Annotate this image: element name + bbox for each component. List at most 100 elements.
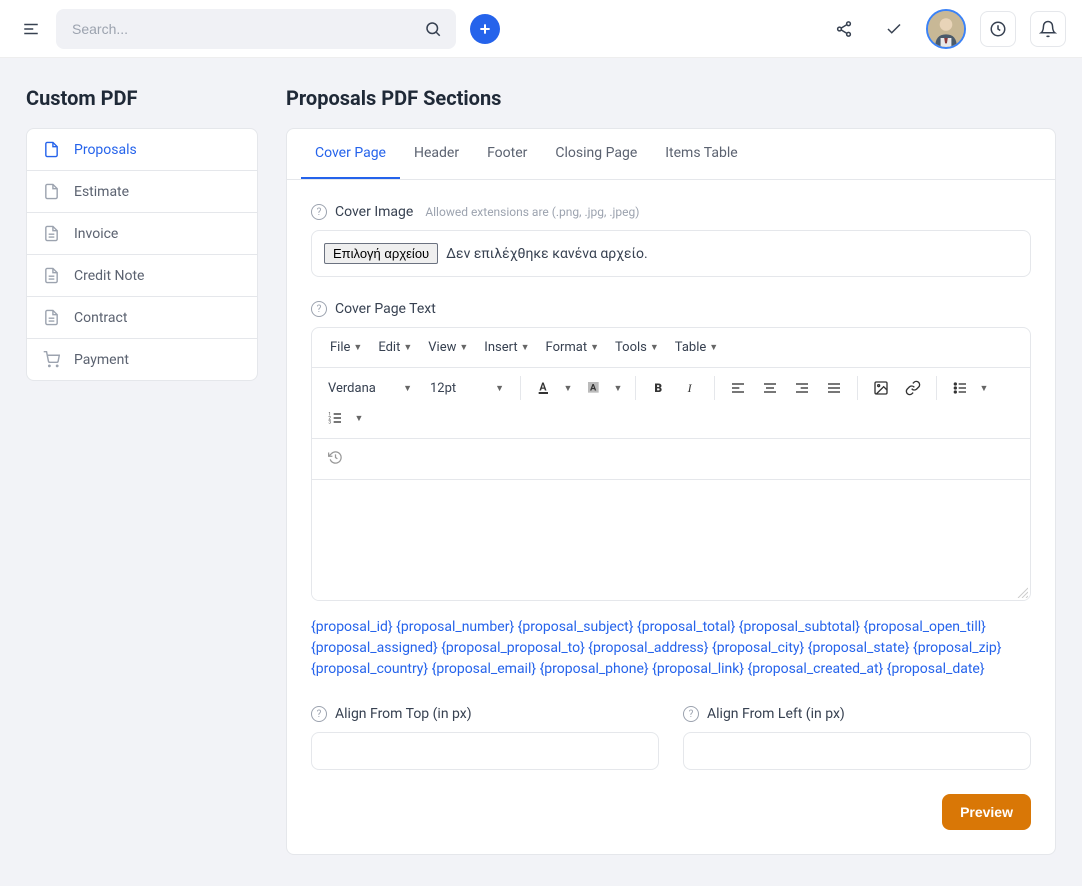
plus-icon [477,21,493,37]
clock-icon [989,20,1007,38]
resize-grip-icon[interactable] [1016,586,1028,598]
sidebar-item-invoice[interactable]: Invoice [27,213,257,255]
menu-tools[interactable]: Tools▼ [609,336,665,359]
font-family-select[interactable]: Verdana▼ [320,377,420,400]
avatar[interactable] [926,9,966,49]
file-blank-icon [43,183,60,200]
align-center-button[interactable] [755,374,785,402]
add-button[interactable] [470,14,500,44]
cover-text-label-row: ? Cover Page Text [311,301,1031,317]
align-left-icon [730,380,746,396]
file-lines-icon [43,309,60,326]
placeholder-tokens[interactable]: {proposal_id} {proposal_number} {proposa… [311,617,1031,680]
cover-image-hint: Allowed extensions are (.png, .jpg, .jpe… [425,205,639,219]
text-color-dropdown[interactable]: ▼ [559,374,577,402]
align-justify-icon [826,380,842,396]
svg-text:3: 3 [328,419,331,425]
search-input[interactable] [56,9,456,49]
help-icon[interactable]: ? [311,706,327,722]
check-button[interactable] [876,11,912,47]
link-icon [905,380,921,396]
menu-format[interactable]: Format▼ [540,336,606,359]
preview-button[interactable]: Preview [942,794,1031,830]
editor-toolbar-2 [312,439,1030,480]
svg-text:A: A [590,383,597,394]
italic-button[interactable]: I [676,374,706,402]
bell-button[interactable] [1030,11,1066,47]
menu-edit[interactable]: Edit▼ [372,336,418,359]
help-icon[interactable]: ? [311,204,327,220]
cover-text-label: Cover Page Text [335,301,436,317]
align-left-button[interactable] [723,374,753,402]
font-size-select[interactable]: 12pt▼ [422,377,512,400]
sidebar-list: Proposals Estimate Invoice Credit Note C… [26,128,258,381]
align-justify-button[interactable] [819,374,849,402]
check-icon [885,20,903,38]
bullet-list-icon [952,380,968,396]
bold-icon: B [651,380,667,396]
sidebar-item-estimate[interactable]: Estimate [27,171,257,213]
editor-toolbar: Verdana▼ 12pt▼ A ▼ A ▼ B I [312,368,1030,439]
sidebar-title: Custom PDF [26,86,258,110]
sidebar-item-contract[interactable]: Contract [27,297,257,339]
clock-button[interactable] [980,11,1016,47]
menu-view[interactable]: View▼ [422,336,474,359]
sidebar-item-label: Credit Note [74,268,144,284]
bold-button[interactable]: B [644,374,674,402]
align-left-input[interactable] [683,732,1031,770]
tab-header[interactable]: Header [400,129,473,179]
number-list-icon: 123 [327,410,343,426]
help-icon[interactable]: ? [311,301,327,317]
link-button[interactable] [898,374,928,402]
menu-file[interactable]: File▼ [324,336,368,359]
tab-closing-page[interactable]: Closing Page [541,129,651,179]
search-icon [424,20,442,38]
sidebar-item-label: Contract [74,310,127,326]
align-top-label-row: ? Align From Top (in px) [311,706,659,722]
restore-icon [328,450,343,465]
align-top-input[interactable] [311,732,659,770]
restore-button[interactable] [320,443,350,471]
tab-cover-page[interactable]: Cover Page [301,129,400,179]
bell-icon [1039,20,1057,38]
sidebar-item-payment[interactable]: Payment [27,339,257,380]
file-lines-icon [43,267,60,284]
number-list-button[interactable]: 123 [320,404,350,432]
tab-footer[interactable]: Footer [473,129,541,179]
bg-color-button[interactable]: A [579,374,609,402]
share-icon [835,20,853,38]
file-icon [43,141,60,158]
no-file-text: Δεν επιλέχθηκε κανένα αρχείο. [446,246,648,262]
sidebar-item-label: Payment [74,352,129,368]
sidebar-item-proposals[interactable]: Proposals [27,129,257,171]
bullet-list-dropdown[interactable]: ▼ [975,374,993,402]
align-left-label-row: ? Align From Left (in px) [683,706,1031,722]
bg-color-dropdown[interactable]: ▼ [609,374,627,402]
rich-text-editor: File▼ Edit▼ View▼ Insert▼ Format▼ Tools▼… [311,327,1031,601]
tab-items-table[interactable]: Items Table [651,129,751,179]
image-button[interactable] [866,374,896,402]
help-icon[interactable]: ? [683,706,699,722]
sidebar-item-credit-note[interactable]: Credit Note [27,255,257,297]
italic-icon: I [683,380,699,396]
editor-menubar: File▼ Edit▼ View▼ Insert▼ Format▼ Tools▼… [312,328,1030,368]
text-color-icon: A [536,380,552,396]
editor-body[interactable] [312,480,1030,600]
file-lines-icon [43,225,60,242]
align-right-icon [794,380,810,396]
cart-icon [43,351,60,368]
menu-icon [22,20,40,38]
share-button[interactable] [826,11,862,47]
bg-color-icon: A [586,380,602,396]
text-color-button[interactable]: A [529,374,559,402]
menu-toggle[interactable] [16,14,46,44]
cover-image-label: Cover Image [335,204,413,220]
main-panel: Cover Page Header Footer Closing Page It… [286,128,1056,855]
menu-table[interactable]: Table▼ [669,336,724,359]
bullet-list-button[interactable] [945,374,975,402]
menu-insert[interactable]: Insert▼ [478,336,535,359]
cover-image-label-row: ? Cover Image Allowed extensions are (.p… [311,204,1031,220]
align-right-button[interactable] [787,374,817,402]
choose-file-button[interactable]: Επιλογή αρχείου [324,243,438,264]
number-list-dropdown[interactable]: ▼ [350,404,368,432]
